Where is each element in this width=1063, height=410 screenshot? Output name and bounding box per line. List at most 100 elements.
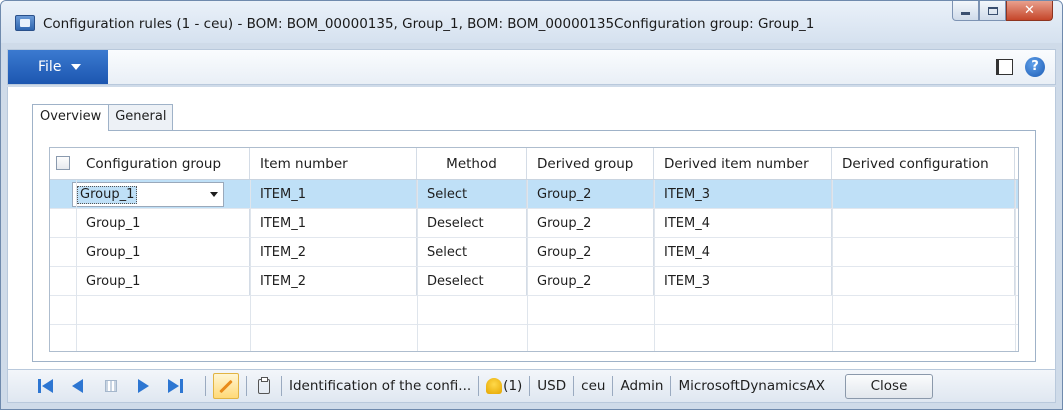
derived-group-cell[interactable]: Group_2 <box>527 180 654 208</box>
previous-record-icon <box>72 379 83 393</box>
maximize-button[interactable] <box>979 1 1006 21</box>
separator <box>246 376 247 396</box>
close-window-button[interactable]: ✕ <box>1006 1 1053 21</box>
item-number-cell[interactable]: ITEM_2 <box>250 267 417 295</box>
configuration-group-value: Group_1 <box>77 185 138 204</box>
separator <box>205 376 206 396</box>
notification-count[interactable]: (1) <box>503 378 522 394</box>
system-indicator[interactable]: MicrosoftDynamicsAX <box>678 378 825 394</box>
minimize-icon <box>961 12 970 15</box>
chevron-down-icon <box>71 64 82 70</box>
column-header-derived-configuration[interactable]: Derived configuration <box>832 148 1015 179</box>
separator <box>573 376 575 396</box>
method-cell[interactable]: Deselect <box>417 267 527 295</box>
separator <box>478 376 480 396</box>
currency-indicator[interactable]: USD <box>537 378 566 394</box>
tab-strip: Overview General <box>32 104 174 131</box>
help-icon[interactable]: ? <box>1025 57 1045 77</box>
record-navigation <box>38 378 198 394</box>
user-indicator[interactable]: Admin <box>620 378 663 394</box>
item-number-cell[interactable]: ITEM_1 <box>250 180 417 208</box>
method-cell[interactable]: Deselect <box>417 209 527 237</box>
separator <box>670 376 672 396</box>
table-row[interactable]: Group_1 ITEM_2 Select Group_2 ITEM_4 <box>50 238 1018 267</box>
close-icon: ✕ <box>1024 3 1035 18</box>
next-record-button[interactable] <box>134 378 154 394</box>
window-controls: ✕ <box>952 1 1053 21</box>
item-number-cell[interactable]: ITEM_1 <box>250 209 417 237</box>
column-header-derived-item-number[interactable]: Derived item number <box>654 148 832 179</box>
select-all-checkbox[interactable] <box>56 156 70 170</box>
configuration-group-cell[interactable]: Group_1 <box>76 267 250 295</box>
derived-configuration-cell[interactable] <box>832 267 1015 295</box>
table-row[interactable]: Group_1 ITEM_2 Deselect Group_2 ITEM_3 <box>50 267 1018 296</box>
previous-record-button[interactable] <box>70 378 90 394</box>
pencil-icon <box>219 379 233 393</box>
file-menu-label: File <box>38 59 62 75</box>
column-divider <box>250 180 251 351</box>
column-divider <box>527 180 528 351</box>
configuration-group-dropdown[interactable]: Group_1 <box>72 182 224 207</box>
first-record-bar <box>38 379 41 393</box>
derived-item-number-cell[interactable]: ITEM_3 <box>654 267 832 295</box>
maximize-icon <box>987 6 998 15</box>
last-record-button[interactable] <box>166 378 186 394</box>
configuration-group-cell[interactable]: Group_1 <box>76 238 250 266</box>
column-header-method[interactable]: Method <box>417 148 527 179</box>
item-number-cell[interactable]: ITEM_2 <box>250 238 417 266</box>
table-row[interactable]: Group_1 ITEM_1 Select Group_2 ITEM_3 <box>50 180 1018 209</box>
last-record-bar <box>180 379 183 393</box>
company-indicator[interactable]: ceu <box>581 378 605 394</box>
derived-group-cell[interactable]: Group_2 <box>527 267 654 295</box>
column-header-item-number[interactable]: Item number <box>250 148 417 179</box>
overview-tab-panel: Configuration group Item number Method D… <box>32 130 1036 362</box>
table-row[interactable]: Group_1 ITEM_1 Deselect Group_2 ITEM_4 <box>50 209 1018 238</box>
derived-item-number-cell[interactable]: ITEM_3 <box>654 180 832 208</box>
status-bar: Identification of the confi... (1) USD c… <box>7 369 1056 403</box>
column-divider <box>1015 180 1016 351</box>
grid-header: Configuration group Item number Method D… <box>50 148 1018 180</box>
empty-row[interactable] <box>50 296 1018 325</box>
clipboard-icon[interactable] <box>258 376 270 394</box>
panel-toggle-icon[interactable] <box>996 59 1013 75</box>
first-record-button[interactable] <box>38 378 58 394</box>
column-divider <box>76 180 77 351</box>
derived-configuration-cell[interactable] <box>832 238 1015 266</box>
derived-item-number-cell[interactable]: ITEM_4 <box>654 238 832 266</box>
app-icon <box>15 15 35 31</box>
separator <box>612 376 614 396</box>
edit-mode-button[interactable] <box>213 373 239 399</box>
file-menu-button[interactable]: File <box>8 50 108 84</box>
grid-view-button[interactable] <box>102 378 122 394</box>
configuration-group-cell[interactable]: Group_1 <box>76 209 250 237</box>
separator <box>281 376 282 396</box>
derived-configuration-cell[interactable] <box>832 180 1015 208</box>
derived-group-cell[interactable]: Group_2 <box>527 209 654 237</box>
record-identification[interactable]: Identification of the confi... <box>289 378 471 394</box>
column-divider <box>832 180 833 351</box>
grid-view-icon <box>105 380 117 392</box>
next-record-icon <box>138 379 149 393</box>
chevron-down-icon[interactable] <box>205 183 223 206</box>
derived-item-number-cell[interactable]: ITEM_4 <box>654 209 832 237</box>
derived-group-cell[interactable]: Group_2 <box>527 238 654 266</box>
tab-general[interactable]: General <box>108 104 174 130</box>
tab-overview[interactable]: Overview <box>32 104 110 131</box>
ribbon-bar: File ? <box>7 49 1056 85</box>
first-record-icon <box>42 379 53 393</box>
separator <box>529 376 531 396</box>
column-divider <box>654 180 655 351</box>
column-header-derived-group[interactable]: Derived group <box>527 148 654 179</box>
last-record-icon <box>168 379 179 393</box>
title-bar: Configuration rules (1 - ceu) - BOM: BOM… <box>1 1 1062 43</box>
configuration-rules-window: Configuration rules (1 - ceu) - BOM: BOM… <box>0 0 1063 410</box>
method-cell[interactable]: Select <box>417 238 527 266</box>
minimize-button[interactable] <box>952 1 979 21</box>
configuration-rules-grid: Configuration group Item number Method D… <box>49 147 1019 352</box>
column-divider <box>417 180 418 351</box>
close-button[interactable]: Close <box>844 373 933 399</box>
method-cell[interactable]: Select <box>417 180 527 208</box>
bell-icon[interactable] <box>486 378 503 394</box>
column-header-configuration-group[interactable]: Configuration group <box>76 148 250 179</box>
derived-configuration-cell[interactable] <box>832 209 1015 237</box>
